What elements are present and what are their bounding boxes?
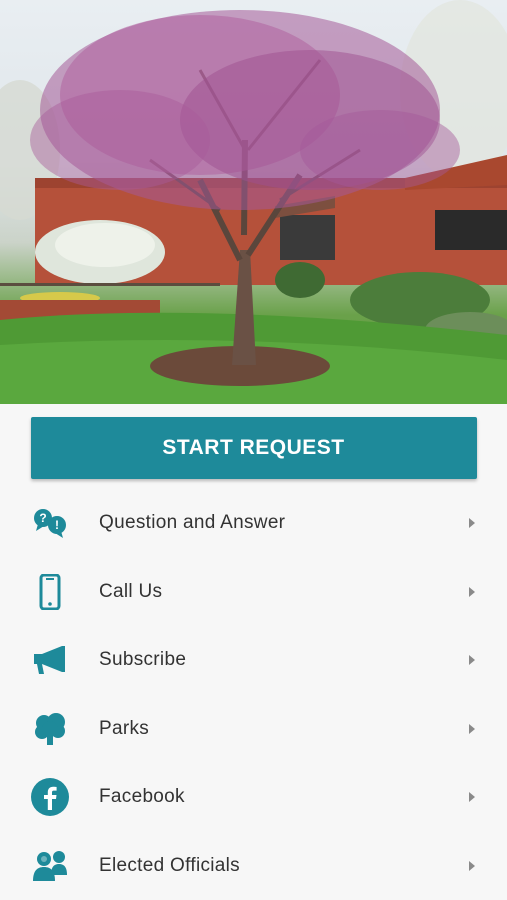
menu-item-subscribe[interactable]: Subscribe (0, 626, 507, 695)
menu-item-question-answer[interactable]: ? ! Question and Answer (0, 489, 507, 558)
menu-item-elected-officials[interactable]: Elected Officials (0, 832, 507, 900)
people-icon (30, 846, 70, 886)
menu-item-parks[interactable]: Parks (0, 695, 507, 764)
menu-item-label: Facebook (99, 786, 185, 808)
chevron-right-icon (469, 655, 475, 666)
menu-item-label: Question and Answer (99, 512, 286, 534)
chevron-right-icon (469, 723, 475, 734)
svg-text:?: ? (39, 511, 46, 525)
menu-item-label: Subscribe (99, 649, 187, 671)
menu-list: ? ! Question and Answer Call Us Subscrib… (0, 489, 507, 900)
hero-image (0, 0, 507, 404)
menu-item-label: Parks (99, 717, 150, 739)
menu-item-label: Call Us (99, 580, 163, 602)
chevron-right-icon (469, 860, 475, 871)
hero-illustration (0, 0, 507, 404)
tree-icon (30, 709, 70, 749)
start-request-button[interactable]: START REQUEST (30, 417, 477, 479)
facebook-icon (30, 777, 70, 817)
svg-text:!: ! (55, 518, 59, 532)
menu-item-call-us[interactable]: Call Us (0, 558, 507, 627)
chevron-right-icon (469, 518, 475, 529)
chevron-right-icon (469, 586, 475, 597)
phone-icon (30, 572, 70, 612)
menu-item-facebook[interactable]: Facebook (0, 763, 507, 832)
chevron-right-icon (469, 792, 475, 803)
megaphone-icon (30, 640, 70, 680)
question-answer-icon: ? ! (30, 503, 70, 543)
menu-item-label: Elected Officials (99, 854, 240, 876)
